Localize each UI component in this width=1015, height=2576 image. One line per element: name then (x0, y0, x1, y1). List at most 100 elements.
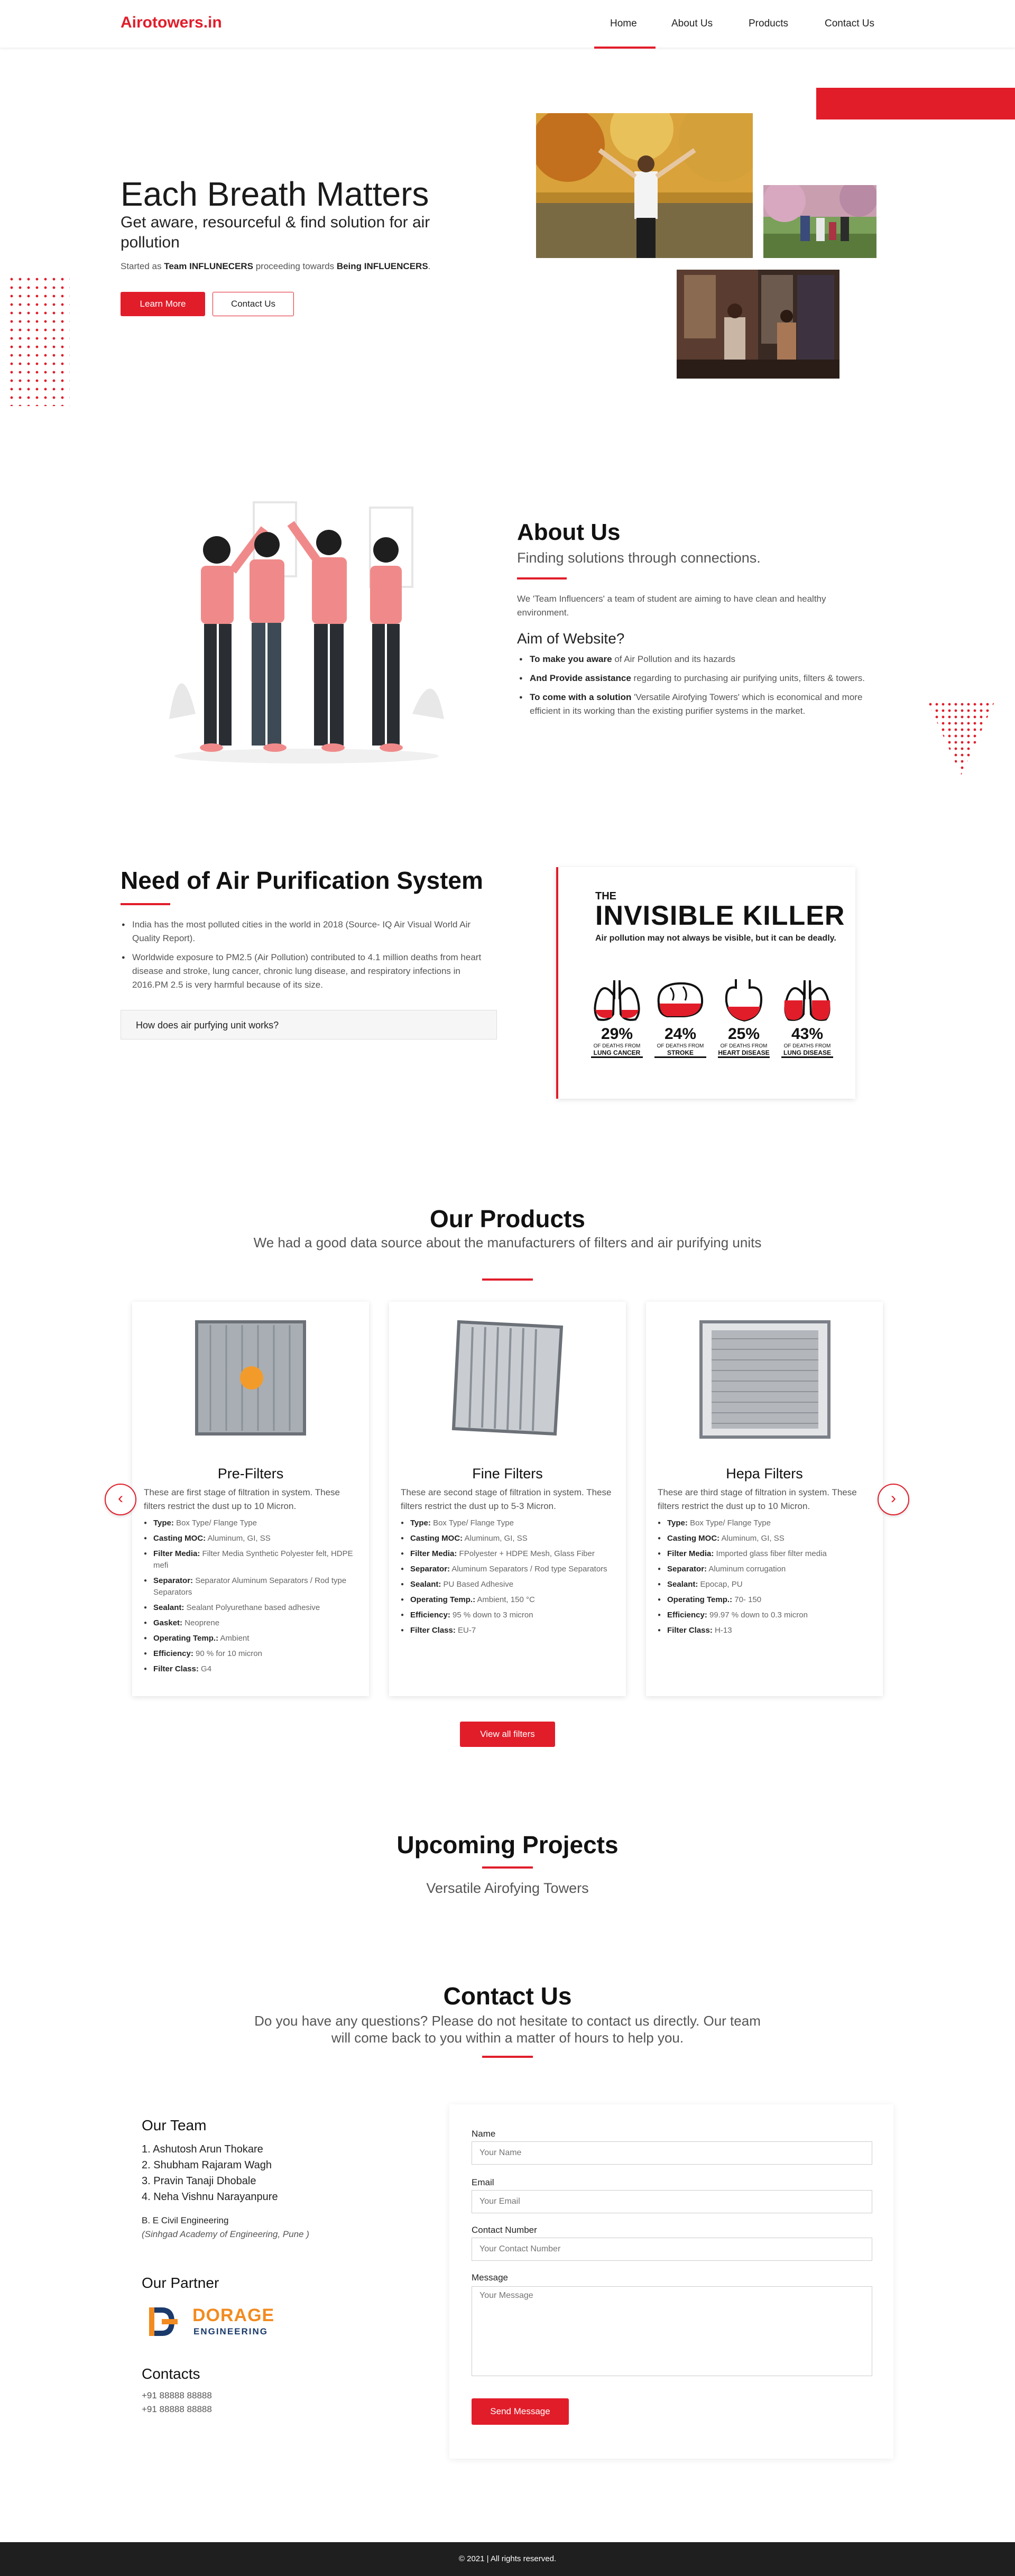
name-input[interactable] (472, 2141, 872, 2165)
spec-item: Type: Box Type/ Flange Type (401, 1517, 612, 1529)
spec-item: Sealant: Epocap, PU (658, 1579, 869, 1590)
heart-icon (725, 979, 763, 1022)
stat-label: STROKE (654, 1049, 706, 1058)
aim-item: To make you aware of Air Pollution and i… (519, 652, 879, 666)
team-title: Our Team (142, 2117, 207, 2133)
active-nav-indicator (594, 47, 656, 49)
spec-item: Efficiency: 99.97 % down to 0.3 micron (658, 1609, 869, 1621)
spec-item: Separator: Aluminum Separators / Rod typ… (401, 1563, 612, 1575)
dorage-engineering-logo[interactable]: DORAGE ENGINEERING (146, 2304, 289, 2341)
spec-item: Filter Media: FPolyester + HDPE Mesh, Gl… (401, 1548, 612, 1560)
spec-item: Sealant: PU Based Adhesive (401, 1579, 612, 1590)
brand-logo[interactable]: Airotowers.in (121, 14, 222, 32)
spec-list: Type: Box Type/ Flange Type Casting MOC:… (144, 1517, 355, 1679)
email-label: Email (472, 2177, 494, 2187)
product-card-pre-filters[interactable]: Pre-Filters These are first stage of fil… (132, 1302, 369, 1696)
invisible-killer-poster: THE INVISIBLE KILLER Air pollution may n… (556, 867, 855, 1099)
contact-number-input[interactable] (472, 2238, 872, 2261)
team-member: 2. Shubham Rajaram Wagh (142, 2159, 272, 2171)
phone-number[interactable]: +91 88888 88888 (142, 2389, 212, 2403)
contact-number-label: Contact Number (472, 2225, 537, 2235)
products-subtitle: We had a good data source about the manu… (253, 1235, 762, 1250)
about-title-bar (517, 577, 567, 579)
upcoming-subtitle: Versatile Airofying Towers (426, 1880, 589, 1896)
pre-filter-image (195, 1320, 307, 1436)
spec-item: Filter Media: Imported glass fiber filte… (658, 1548, 869, 1560)
about-description: We 'Team Influencers' a team of student … (517, 594, 826, 618)
chevron-left-icon: ‹ (118, 1489, 123, 1507)
spec-list: Type: Box Type/ Flange Type Casting MOC:… (658, 1517, 869, 1640)
aim-item: To come with a solution 'Versatile Airof… (519, 691, 879, 718)
product-name: Fine Filters (472, 1466, 543, 1482)
phone-number[interactable]: +91 88888 88888 (142, 2403, 212, 2416)
nav-link-products[interactable]: Products (749, 18, 788, 30)
view-all-filters-button[interactable]: View all filters (460, 1722, 555, 1747)
stat-percent: 25% (727, 1025, 760, 1043)
learn-more-button[interactable]: Learn More (121, 292, 205, 316)
degree: B. E Civil Engineering (142, 2215, 229, 2225)
spec-item: Separator: Aluminum corrugation (658, 1563, 869, 1575)
spec-item: Type: Box Type/ Flange Type (144, 1517, 355, 1529)
stat-lung-disease: 43% OF DEATHS FROM LUNG DISEASE (778, 975, 836, 1058)
about-title: About Us (517, 519, 621, 545)
spec-item: Casting MOC: Aluminum, GI, SS (658, 1533, 869, 1544)
spec-item: Efficiency: 95 % down to 3 micron (401, 1609, 612, 1621)
team-list: 1. Ashutosh Arun Thokare 2. Shubham Raja… (142, 2141, 278, 2205)
partner-title: Our Partner (142, 2275, 219, 2291)
stat-percent: 24% (664, 1025, 697, 1043)
products-title: Our Products (430, 1205, 585, 1232)
stat-small: OF DEATHS FROM (657, 1043, 704, 1049)
hero-photo-autumn-person (536, 113, 753, 258)
spec-item: Filter Class: EU-7 (401, 1625, 612, 1636)
nav-link-about[interactable]: About Us (671, 18, 713, 30)
partner-logo-sub: ENGINEERING (193, 2326, 269, 2336)
spec-item: Separator: Separator Aluminum Separators… (144, 1575, 355, 1598)
spec-list: Type: Box Type/ Flange Type Casting MOC:… (401, 1517, 612, 1640)
message-textarea[interactable] (472, 2286, 872, 2376)
spec-item: Sealant: Sealant Polyurethane based adhe… (144, 1602, 355, 1614)
message-label: Message (472, 2273, 508, 2283)
email-input[interactable] (472, 2190, 872, 2213)
upcoming-title: Upcoming Projects (396, 1831, 619, 1859)
contact-subtitle: Do you have any questions? Please do not… (254, 2013, 761, 2046)
hero-photo-indoor (677, 270, 839, 379)
upcoming-title-bar (482, 1866, 533, 1869)
hero-contact-button[interactable]: Contact Us (213, 292, 294, 316)
spec-item: Casting MOC: Aluminum, GI, SS (144, 1533, 355, 1544)
about-subtitle: Finding solutions through connections. (517, 550, 761, 566)
need-title-bar (121, 903, 170, 905)
stat-heart-disease: 25% OF DEATHS FROM HEART DISEASE (715, 975, 773, 1058)
product-desc: These are third stage of filtration in s… (658, 1487, 857, 1511)
nav-link-home[interactable]: Home (610, 18, 637, 30)
need-title: Need of Air Purification System (121, 867, 483, 894)
hero-red-block (816, 88, 1015, 119)
hero-tagline: Started as Team INFLUNECERS proceeding t… (121, 261, 431, 271)
carousel-next-button[interactable]: › (878, 1484, 909, 1515)
about-illustration-friends (159, 492, 455, 767)
nav-link-contact[interactable]: Contact Us (825, 18, 874, 30)
poster-title: INVISIBLE KILLER (595, 900, 845, 931)
need-item: India has the most polluted cities in th… (122, 918, 497, 945)
how-it-works-accordion[interactable]: How does air purfying unit works? (121, 1010, 497, 1039)
team-member: 3. Pravin Tanaji Dhobale (142, 2175, 256, 2187)
product-card-fine-filters[interactable]: Fine Filters These are second stage of f… (389, 1302, 626, 1696)
partner-logo-main: DORAGE (192, 2305, 275, 2325)
spec-item: Gasket: Neoprene (144, 1617, 355, 1629)
name-label: Name (472, 2129, 496, 2139)
contacts-title: Contacts (142, 2366, 200, 2382)
aim-item: And Provide assistance regarding to purc… (519, 671, 879, 685)
fine-filter-image (451, 1320, 564, 1436)
carousel-prev-button[interactable]: ‹ (105, 1484, 136, 1515)
top-navbar: Airotowers.in Home About Us Products Con… (0, 0, 1015, 49)
stat-percent: 29% (601, 1025, 633, 1043)
aim-title: Aim of Website? (517, 630, 625, 647)
product-desc: These are second stage of filtration in … (401, 1487, 612, 1511)
footer: © 2021 | All rights reserved. (0, 2542, 1015, 2576)
product-card-hepa-filters[interactable]: Hepa Filters These are third stage of fi… (646, 1302, 883, 1696)
hero-subtitle: Get aware, resourceful & find solution f… (121, 214, 430, 251)
send-message-button[interactable]: Send Message (472, 2398, 569, 2425)
hepa-filter-image (699, 1320, 831, 1439)
de-logo-icon (149, 2307, 178, 2336)
stat-small: OF DEATHS FROM (593, 1043, 641, 1049)
product-name: Pre-Filters (217, 1466, 284, 1482)
